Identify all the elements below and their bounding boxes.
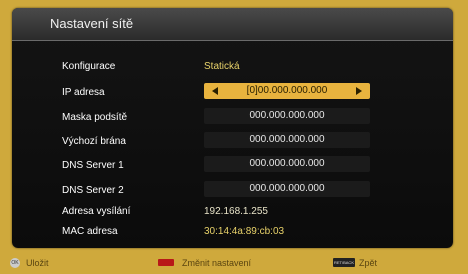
dns2-field[interactable]: 000.000.000.000 (204, 181, 370, 197)
save-hint[interactable]: Uložit (26, 258, 49, 268)
config-label: Konfigurace (62, 61, 116, 72)
config-value[interactable]: Statická (204, 61, 240, 72)
back-key-icon: RET/BACK (333, 258, 355, 267)
gateway-value: 000.000.000.000 (249, 134, 325, 145)
arrow-left-icon[interactable] (212, 87, 218, 95)
subnet-mask-value: 000.000.000.000 (249, 110, 325, 121)
dns1-value: 000.000.000.000 (249, 158, 325, 169)
mask-label: Maska podsítě (62, 112, 128, 123)
ip-address-value: [0]00.000.000.000 (246, 85, 328, 96)
dns1-field[interactable]: 000.000.000.000 (204, 156, 370, 172)
red-key-icon (158, 259, 174, 266)
ip-address-field[interactable]: [0]00.000.000.000 (204, 83, 370, 99)
title-bar: Nastavení sítě (12, 8, 453, 41)
mac-value: 30:14:4a:89:cb:03 (204, 226, 285, 237)
subnet-mask-field[interactable]: 000.000.000.000 (204, 108, 370, 124)
arrow-right-icon[interactable] (356, 87, 362, 95)
dns1-label: DNS Server 1 (62, 160, 124, 171)
broadcast-value: 192.168.1.255 (204, 206, 268, 217)
gateway-label: Výchozí brána (62, 136, 126, 147)
gateway-field[interactable]: 000.000.000.000 (204, 132, 370, 148)
dialog-title: Nastavení sítě (50, 16, 134, 31)
ip-label: IP adresa (62, 87, 105, 98)
footer-hint-bar: OK Uložit Změnit nastavení RET/BACK Zpět (0, 250, 468, 274)
network-settings-dialog: Nastavení sítě Konfigurace Statická IP a… (12, 8, 453, 248)
dns2-value: 000.000.000.000 (249, 183, 325, 194)
ok-key-icon: OK (10, 258, 20, 268)
dns2-label: DNS Server 2 (62, 185, 124, 196)
broadcast-label: Adresa vysílání (62, 206, 131, 217)
change-settings-hint[interactable]: Změnit nastavení (182, 258, 251, 268)
back-hint[interactable]: Zpět (359, 258, 377, 268)
mac-label: MAC adresa (62, 226, 118, 237)
